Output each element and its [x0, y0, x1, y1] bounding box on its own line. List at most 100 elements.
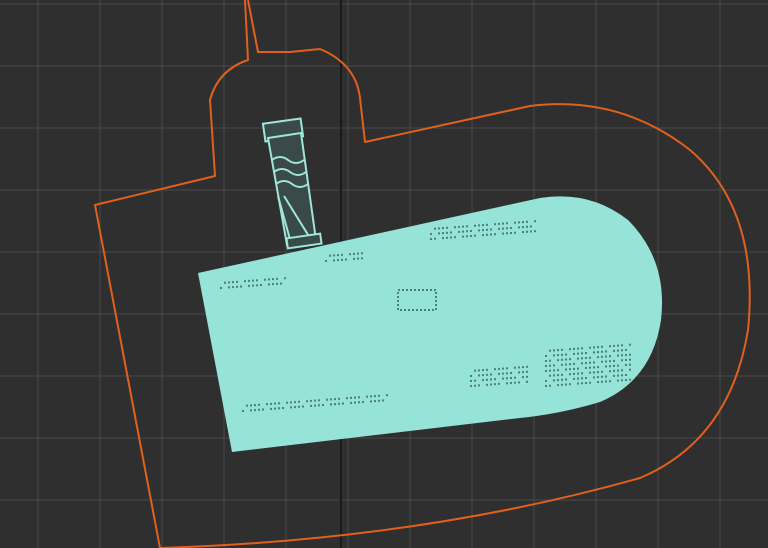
surface-detail-dot: [232, 286, 234, 289]
surface-detail-dot: [502, 377, 504, 380]
viewport-canvas[interactable]: [0, 0, 768, 548]
surface-detail-dot: [609, 370, 611, 373]
surface-detail-dot: [490, 378, 492, 381]
surface-detail-dot: [557, 374, 559, 377]
surface-detail-dot: [442, 227, 444, 230]
surface-detail-dot: [498, 227, 500, 230]
surface-detail-dot: [362, 401, 364, 403]
surface-detail-dot: [545, 385, 547, 387]
surface-detail-dot: [625, 359, 627, 361]
surface-detail-dot: [506, 227, 508, 230]
surface-detail-dot: [337, 259, 339, 262]
surface-detail-dot: [585, 362, 587, 364]
surface-detail-dot: [593, 361, 595, 364]
surface-detail-dot: [302, 405, 304, 408]
cad-viewport[interactable]: [0, 0, 768, 548]
surface-detail-dot: [518, 371, 520, 374]
surface-detail-dot: [514, 231, 516, 234]
surface-detail-dot: [617, 349, 619, 352]
surface-detail-dot: [494, 378, 496, 381]
surface-detail-dot: [242, 410, 244, 412]
surface-detail-dot: [621, 349, 623, 352]
surface-detail-dot: [577, 377, 579, 380]
surface-detail-dot: [478, 229, 480, 232]
surface-detail-dot: [526, 370, 528, 373]
surface-detail-dot: [446, 231, 448, 234]
surface-detail-dot: [294, 401, 296, 404]
surface-detail-dot: [577, 352, 579, 355]
surface-detail-dot: [510, 382, 512, 384]
surface-detail-dot: [549, 359, 551, 362]
surface-detail-dot: [557, 354, 559, 357]
surface-detail-dot: [318, 404, 320, 407]
surface-detail-dot: [514, 381, 516, 384]
surface-detail-dot: [625, 374, 627, 376]
surface-detail-dot: [482, 379, 484, 382]
surface-detail-dot: [310, 404, 312, 407]
surface-detail-dot: [613, 349, 615, 352]
surface-detail-dot: [490, 373, 492, 376]
surface-detail-dot: [613, 359, 615, 362]
surface-detail-dot: [593, 346, 595, 349]
surface-detail-dot: [577, 382, 579, 385]
surface-detail-dot: [252, 284, 254, 287]
surface-detail-dot: [446, 226, 448, 229]
surface-detail-dot: [597, 346, 599, 349]
surface-detail-dot: [268, 283, 270, 286]
surface-detail-dot: [502, 222, 504, 225]
surface-detail-dot: [518, 366, 520, 369]
surface-detail-dot: [557, 379, 559, 382]
surface-detail-dot: [522, 231, 524, 234]
surface-detail-dot: [585, 377, 587, 379]
surface-detail-dot: [284, 277, 286, 280]
surface-detail-dot: [490, 228, 492, 231]
surface-detail-dot: [430, 233, 432, 235]
surface-detail-dot: [478, 369, 480, 372]
surface-detail-dot: [581, 352, 583, 355]
surface-detail-dot: [350, 401, 352, 404]
surface-detail-dot: [450, 236, 452, 239]
surface-detail-dot: [625, 364, 627, 366]
surface-detail-dot: [378, 399, 380, 402]
surface-detail-dot: [353, 257, 355, 260]
surface-detail-dot: [502, 367, 504, 370]
surface-detail-dot: [486, 378, 488, 381]
surface-detail-dot: [557, 369, 559, 372]
surface-detail-dot: [474, 384, 476, 387]
surface-detail-dot: [621, 379, 623, 382]
surface-detail-dot: [232, 281, 234, 284]
surface-detail-dot: [430, 238, 432, 240]
surface-detail-dot: [478, 374, 480, 377]
surface-detail-dot: [613, 369, 615, 372]
surface-detail-dot: [349, 253, 351, 256]
surface-detail-dot: [378, 394, 380, 397]
surface-detail-dot: [597, 356, 599, 359]
surface-detail-dot: [254, 404, 256, 407]
surface-detail-dot: [482, 224, 484, 227]
surface-detail-dot: [454, 236, 456, 239]
surface-detail-dot: [358, 396, 360, 399]
surface-detail-dot: [361, 252, 363, 255]
surface-detail-dot: [605, 360, 607, 363]
surface-detail-dot: [553, 364, 555, 367]
surface-detail-dot: [593, 371, 595, 374]
surface-detail-dot: [482, 229, 484, 232]
surface-detail-dot: [573, 347, 575, 350]
surface-detail-dot: [490, 383, 492, 386]
surface-detail-dot: [514, 366, 516, 369]
surface-detail-dot: [286, 401, 288, 404]
surface-detail-dot: [236, 280, 238, 283]
surface-detail-dot: [506, 367, 508, 370]
surface-detail-dot: [581, 382, 583, 385]
surface-detail-dot: [326, 398, 328, 401]
surface-detail-dot: [278, 402, 280, 405]
surface-detail-dot: [330, 398, 332, 401]
surface-detail-dot: [581, 347, 583, 350]
surface-detail-dot: [282, 407, 284, 409]
surface-detail-dot: [577, 372, 579, 375]
surface-detail-dot: [466, 235, 468, 238]
surface-detail-dot: [593, 376, 595, 379]
surface-detail-dot: [357, 252, 359, 255]
surface-detail-dot: [621, 374, 623, 377]
surface-detail-dot: [268, 278, 270, 281]
